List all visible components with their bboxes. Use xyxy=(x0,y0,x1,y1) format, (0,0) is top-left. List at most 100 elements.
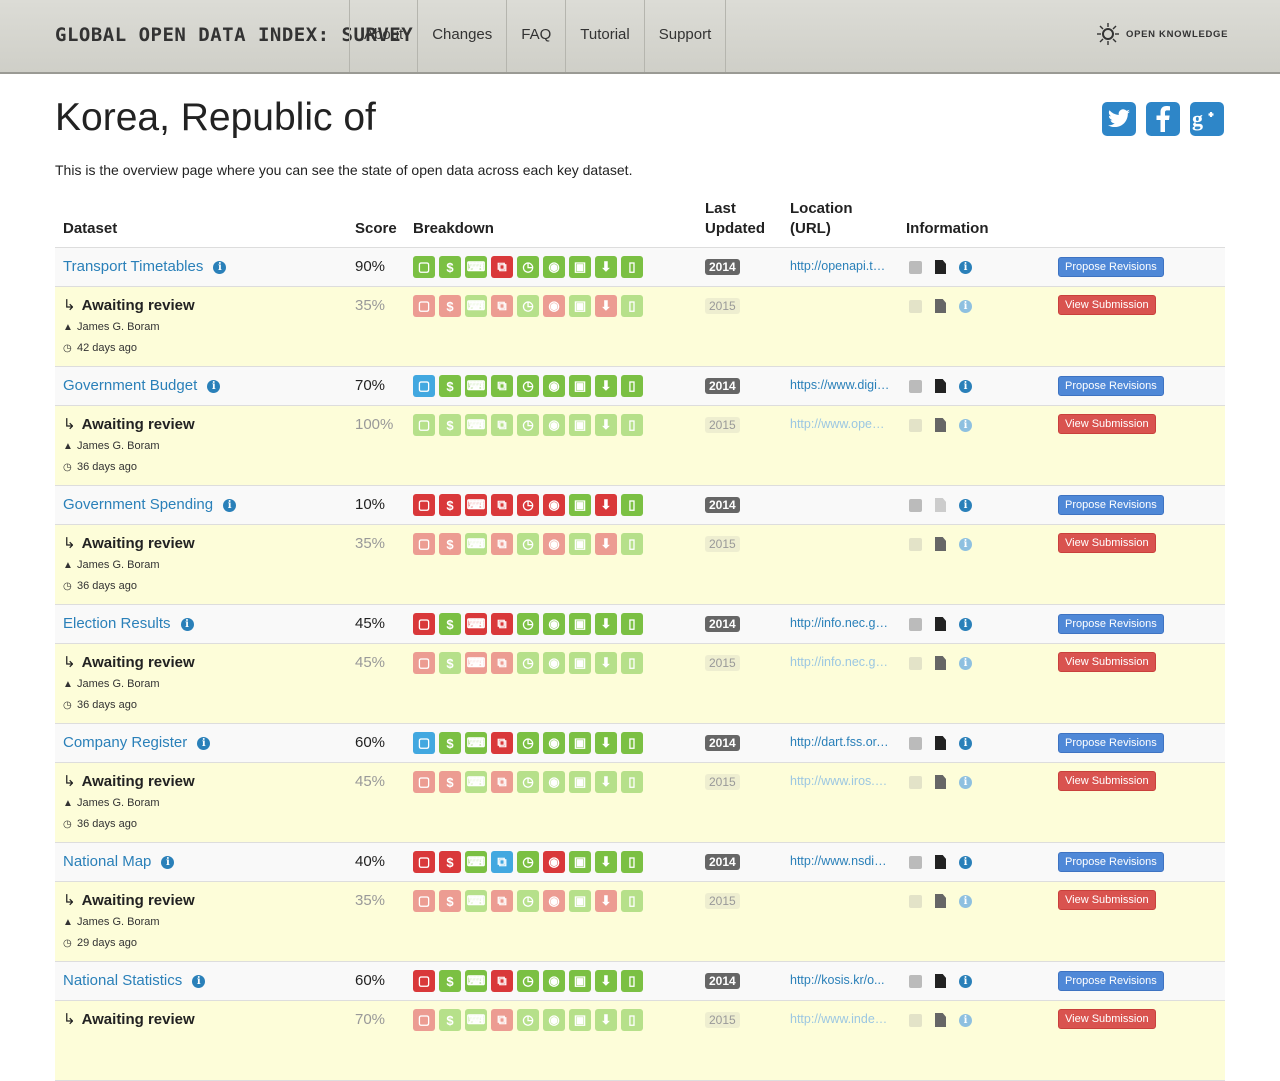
location-link[interactable]: http://www.openfiscaldata.go.kr/ xyxy=(790,417,890,431)
view-submission-button[interactable]: View Submission xyxy=(1058,771,1156,791)
dollar-icon[interactable]: $ xyxy=(439,890,461,912)
save-icon[interactable]: ▣ xyxy=(569,494,591,516)
unlock-icon[interactable]: ▢ xyxy=(413,256,435,278)
unlock-icon[interactable]: ▢ xyxy=(413,652,435,674)
propose-revisions-button[interactable]: Propose Revisions xyxy=(1058,852,1164,872)
copy-icon[interactable]: ⧉ xyxy=(491,256,513,278)
save-icon[interactable]: ▣ xyxy=(569,851,591,873)
file-icon[interactable]: ▯ xyxy=(621,890,643,912)
keyboard-icon[interactable]: ⌨ xyxy=(465,851,487,873)
info-icon[interactable]: i xyxy=(959,974,972,988)
eye-icon[interactable]: ◉ xyxy=(543,732,565,754)
propose-revisions-button[interactable]: Propose Revisions xyxy=(1058,495,1164,515)
calendar-icon[interactable] xyxy=(909,418,922,432)
unlock-icon[interactable]: ▢ xyxy=(413,613,435,635)
file-icon[interactable]: ▯ xyxy=(621,652,643,674)
document-icon[interactable] xyxy=(935,418,946,432)
clock-icon[interactable]: ◷ xyxy=(517,375,539,397)
dollar-icon[interactable]: $ xyxy=(439,613,461,635)
save-icon[interactable]: ▣ xyxy=(569,732,591,754)
keyboard-icon[interactable]: ⌨ xyxy=(465,771,487,793)
calendar-icon[interactable] xyxy=(909,617,922,631)
download-icon[interactable]: ⬇ xyxy=(595,256,617,278)
keyboard-icon[interactable]: ⌨ xyxy=(465,1009,487,1031)
keyboard-icon[interactable]: ⌨ xyxy=(465,613,487,635)
location-link[interactable]: http://dart.fss.or.kr/ xyxy=(790,735,890,749)
info-icon[interactable]: i xyxy=(959,736,972,750)
info-icon[interactable]: i xyxy=(959,617,972,631)
keyboard-icon[interactable]: ⌨ xyxy=(465,732,487,754)
clock-icon[interactable]: ◷ xyxy=(517,414,539,436)
calendar-icon[interactable] xyxy=(909,855,922,869)
nav-faq[interactable]: FAQ xyxy=(506,0,565,72)
info-icon[interactable]: i xyxy=(207,380,221,393)
clock-icon[interactable]: ◷ xyxy=(517,533,539,555)
propose-revisions-button[interactable]: Propose Revisions xyxy=(1058,971,1164,991)
location-link[interactable]: http://info.nec.go.kr/ xyxy=(790,655,890,669)
keyboard-icon[interactable]: ⌨ xyxy=(465,414,487,436)
download-icon[interactable]: ⬇ xyxy=(595,851,617,873)
view-submission-button[interactable]: View Submission xyxy=(1058,652,1156,672)
unlock-icon[interactable]: ▢ xyxy=(413,414,435,436)
calendar-icon[interactable] xyxy=(909,775,922,789)
eye-icon[interactable]: ◉ xyxy=(543,494,565,516)
unlock-icon[interactable]: ▢ xyxy=(413,771,435,793)
download-icon[interactable]: ⬇ xyxy=(595,1009,617,1031)
info-icon[interactable]: i xyxy=(223,499,237,512)
download-icon[interactable]: ⬇ xyxy=(595,652,617,674)
keyboard-icon[interactable]: ⌨ xyxy=(465,533,487,555)
propose-revisions-button[interactable]: Propose Revisions xyxy=(1058,376,1164,396)
download-icon[interactable]: ⬇ xyxy=(595,494,617,516)
location-link[interactable]: https://www.digitalbrain.go.kr/ xyxy=(790,378,890,392)
dataset-link[interactable]: National Map i xyxy=(63,853,175,870)
location-link[interactable]: http://openapi.tago.go.kr/ xyxy=(790,259,890,273)
calendar-icon[interactable] xyxy=(909,1013,922,1027)
download-icon[interactable]: ⬇ xyxy=(595,732,617,754)
download-icon[interactable]: ⬇ xyxy=(595,613,617,635)
copy-icon[interactable]: ⧉ xyxy=(491,851,513,873)
document-icon[interactable] xyxy=(935,498,946,512)
dollar-icon[interactable]: $ xyxy=(439,771,461,793)
keyboard-icon[interactable]: ⌨ xyxy=(465,295,487,317)
copy-icon[interactable]: ⧉ xyxy=(491,533,513,555)
info-icon[interactable]: i xyxy=(959,299,972,313)
save-icon[interactable]: ▣ xyxy=(569,613,591,635)
document-icon[interactable] xyxy=(935,775,946,789)
google-plus-icon[interactable]: g xyxy=(1190,102,1224,136)
location-link[interactable]: http://kosis.kr/o... xyxy=(790,973,890,987)
download-icon[interactable]: ⬇ xyxy=(595,414,617,436)
unlock-icon[interactable]: ▢ xyxy=(413,375,435,397)
unlock-icon[interactable]: ▢ xyxy=(413,533,435,555)
file-icon[interactable]: ▯ xyxy=(621,494,643,516)
download-icon[interactable]: ⬇ xyxy=(595,375,617,397)
dollar-icon[interactable]: $ xyxy=(439,1009,461,1031)
save-icon[interactable]: ▣ xyxy=(569,652,591,674)
unlock-icon[interactable]: ▢ xyxy=(413,494,435,516)
unlock-icon[interactable]: ▢ xyxy=(413,851,435,873)
eye-icon[interactable]: ◉ xyxy=(543,613,565,635)
view-submission-button[interactable]: View Submission xyxy=(1058,414,1156,434)
propose-revisions-button[interactable]: Propose Revisions xyxy=(1058,733,1164,753)
unlock-icon[interactable]: ▢ xyxy=(413,970,435,992)
info-icon[interactable]: i xyxy=(959,537,972,551)
dataset-link[interactable]: Transport Timetables i xyxy=(63,258,227,275)
calendar-icon[interactable] xyxy=(909,498,922,512)
propose-revisions-button[interactable]: Propose Revisions xyxy=(1058,614,1164,634)
file-icon[interactable]: ▯ xyxy=(621,613,643,635)
calendar-icon[interactable] xyxy=(909,299,922,313)
keyboard-icon[interactable]: ⌨ xyxy=(465,256,487,278)
info-icon[interactable]: i xyxy=(180,618,194,631)
nav-changes[interactable]: Changes xyxy=(417,0,506,72)
info-icon[interactable]: i xyxy=(959,656,972,670)
document-icon[interactable] xyxy=(935,617,946,631)
dataset-link[interactable]: Election Results i xyxy=(63,615,194,632)
keyboard-icon[interactable]: ⌨ xyxy=(465,890,487,912)
document-icon[interactable] xyxy=(935,537,946,551)
document-icon[interactable] xyxy=(935,299,946,313)
clock-icon[interactable]: ◷ xyxy=(517,256,539,278)
save-icon[interactable]: ▣ xyxy=(569,533,591,555)
view-submission-button[interactable]: View Submission xyxy=(1058,1009,1156,1029)
eye-icon[interactable]: ◉ xyxy=(543,970,565,992)
nav-support[interactable]: Support xyxy=(643,0,727,72)
nav-tutorial[interactable]: Tutorial xyxy=(565,0,643,72)
